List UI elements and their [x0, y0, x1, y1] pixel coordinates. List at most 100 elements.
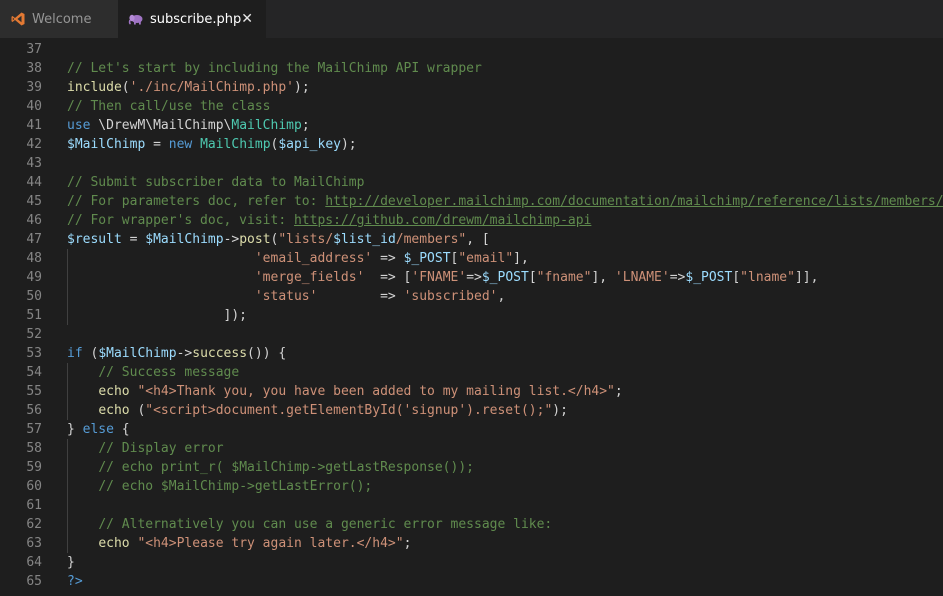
code-line[interactable]: 38 // Let's start by including the MailCh… — [0, 59, 943, 78]
code-token: echo — [98, 536, 130, 551]
code-line[interactable]: 56 echo ("<script>document.getElementByI… — [0, 401, 943, 420]
code-token: "lname" — [740, 270, 795, 285]
code-line[interactable]: 50 'status' => 'subscribed', — [0, 287, 943, 306]
code-line[interactable]: 65 ?> — [0, 572, 943, 591]
code-token: => — [372, 251, 404, 266]
code-line[interactable]: 48 'email_address' => $_POST["email"], — [0, 249, 943, 268]
code-token: $MailChimp — [98, 346, 177, 361]
code-line[interactable]: 45 // For parameters doc, refer to: http:… — [0, 192, 943, 211]
code-text: 'email_address' => $_POST["email"], — [67, 249, 529, 268]
code-line[interactable]: 53 if ($MailChimp->success()) { — [0, 344, 943, 363]
line-number: 49 — [26, 270, 42, 285]
code-line[interactable]: 59 // echo print_r( $MailChimp->getLastR… — [0, 458, 943, 477]
code-line[interactable]: 49 'merge_fields' => ['FNAME'=>$_POST["f… — [0, 268, 943, 287]
line-number: 53 — [26, 346, 42, 361]
code-token: [ — [528, 270, 537, 285]
code-text: echo "<h4>Please try again later.</h4>"; — [67, 534, 411, 553]
tab-subscribe-php[interactable]: subscribe.php ✕ — [118, 0, 266, 38]
code-token: $_POST — [685, 270, 733, 285]
code-line[interactable]: 62 // Alternatively you can use a generi… — [0, 515, 943, 534]
code-token: ; — [301, 118, 310, 133]
code-line[interactable]: 60 // echo $MailChimp->getLastError(); — [0, 477, 943, 496]
code-token: $MailChimp — [67, 137, 146, 152]
code-text: // echo print_r( $MailChimp->getLastResp… — [67, 458, 474, 477]
close-icon[interactable]: ✕ — [241, 11, 253, 27]
code-text: // Alternatively you can use a generic e… — [67, 515, 552, 534]
code-token: MailChimp — [200, 137, 271, 152]
code-line[interactable]: 42 $MailChimp = new MailChimp($api_key); — [0, 135, 943, 154]
code-token: "<script>document.getElementById('signup… — [145, 403, 553, 418]
line-number: 50 — [26, 289, 42, 304]
code-token: ; — [403, 536, 412, 551]
code-token: // For wrapper's doc, visit: — [67, 213, 294, 228]
code-token: ( — [121, 80, 130, 95]
line-number: 39 — [26, 80, 42, 95]
code-token: MailChimp — [231, 118, 302, 133]
code-token: $MailChimp — [145, 232, 224, 247]
code-text: echo ("<script>document.getElementById('… — [67, 401, 568, 420]
code-text: } else { — [67, 420, 130, 439]
code-token: 'subscribed' — [403, 289, 498, 304]
code-line[interactable]: 63 echo "<h4>Please try again later.</h4… — [0, 534, 943, 553]
line-number: 62 — [26, 517, 42, 532]
line-number: 65 — [26, 574, 42, 589]
code-token: // Alternatively you can use a generic e… — [98, 517, 553, 532]
code-token: success — [192, 346, 248, 361]
code-token: } — [67, 555, 75, 570]
code-line[interactable]: 40 // Then call/use the class — [0, 97, 943, 116]
line-number: 42 — [26, 137, 42, 152]
line-number: 51 — [26, 308, 42, 323]
code-line[interactable]: 58 // Display error — [0, 439, 943, 458]
code-line[interactable]: 54 // Success message — [0, 363, 943, 382]
code-text: if ($MailChimp->success()) { — [67, 344, 286, 363]
code-text: } — [67, 553, 75, 572]
code-line[interactable]: 47 $result = $MailChimp->post("lists/$lis… — [0, 230, 943, 249]
tab-welcome-label: Welcome — [32, 11, 92, 27]
code-token: /members" — [395, 232, 467, 247]
code-line[interactable]: 43 — [0, 154, 943, 173]
code-link[interactable]: http://developer.mailchimp.com/documenta… — [325, 194, 943, 209]
code-token: include — [67, 80, 122, 95]
code-token: "email" — [458, 251, 514, 266]
code-line[interactable]: 57} else { — [0, 420, 943, 439]
code-line[interactable]: 64} — [0, 553, 943, 572]
code-token: \DrewM\MailChimp\ — [90, 118, 232, 133]
code-token: $list_id — [333, 232, 396, 247]
tab-welcome[interactable]: Welcome — [0, 0, 118, 38]
code-text: // Success message — [67, 363, 239, 382]
code-line[interactable]: 46 // For wrapper's doc, visit: https://g… — [0, 211, 943, 230]
code-line[interactable]: 55 echo "<h4>Thank you, you have been ad… — [0, 382, 943, 401]
code-line[interactable]: 51 ]); — [0, 306, 943, 325]
code-text: include('./inc/MailChimp.php'); — [67, 78, 310, 97]
code-token: $_POST — [481, 270, 529, 285]
code-text: // Let's start by including the MailChim… — [67, 59, 482, 78]
code-line[interactable]: 61 — [0, 496, 943, 515]
code-line[interactable]: 52 — [0, 325, 943, 344]
code-text: 'merge_fields' => ['FNAME'=>$_POST["fnam… — [67, 268, 819, 287]
code-token: echo — [98, 403, 130, 418]
code-token: // Submit subscriber data to MailChimp — [67, 175, 365, 190]
code-line[interactable]: 39 include('./inc/MailChimp.php'); — [0, 78, 943, 97]
code-token: $api_key — [278, 137, 341, 152]
code-line[interactable]: 41 use \DrewM\MailChimp\MailChimp; — [0, 116, 943, 135]
code-line[interactable]: 37 — [0, 40, 943, 59]
line-number: 38 — [26, 61, 42, 76]
code-token: // echo print_r( $MailChimp->getLastResp… — [98, 460, 474, 475]
code-token: ]], — [794, 270, 819, 285]
code-token: new — [168, 137, 193, 152]
code-token: 'merge_fields' — [254, 270, 365, 285]
code-text: ?> — [67, 572, 83, 591]
code-link[interactable]: https://github.com/drewm/mailchimp-api — [294, 213, 591, 228]
code-token: [ — [732, 270, 741, 285]
code-editor[interactable]: 37 38 // Let's start by including the Mail… — [0, 38, 943, 596]
code-token: // Success message — [98, 365, 240, 380]
code-line[interactable]: 44 // Submit subscriber data to MailChimp — [0, 173, 943, 192]
code-text: echo "<h4>Thank you, you have been added… — [67, 382, 622, 401]
code-text: $MailChimp = new MailChimp($api_key); — [67, 135, 357, 154]
code-token: 'LNAME' — [614, 270, 670, 285]
line-number: 43 — [26, 156, 42, 171]
